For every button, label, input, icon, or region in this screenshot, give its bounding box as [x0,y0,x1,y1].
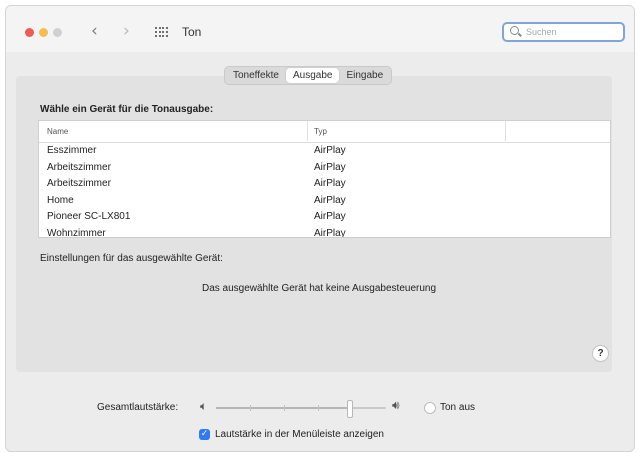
device-type: AirPlay [314,161,346,173]
slider-tick [250,405,251,411]
table-row[interactable]: Wohnzimmer AirPlay [39,226,610,238]
tab-input[interactable]: Eingabe [339,68,390,83]
column-header-name[interactable]: Name [47,127,68,136]
device-type: AirPlay [314,145,346,156]
table-header: Name Typ [39,121,610,143]
help-button[interactable]: ? [592,345,609,362]
table-row[interactable]: Home AirPlay [39,193,610,210]
show-in-menubar-checkbox[interactable]: ✓ [199,429,210,440]
device-name: Esszimmer [47,145,97,156]
column-divider [307,121,308,141]
window-title: Ton [182,25,202,39]
table-row[interactable]: Arbeitszimmer AirPlay [39,160,610,177]
forward-icon[interactable]: › [123,21,130,41]
tab-bar: Toneffekte Ausgabe Eingabe [224,66,393,85]
zoom-button[interactable] [53,28,62,37]
toolbar: ‹ › Ton Suchen [6,6,634,52]
slider-tick [318,405,319,411]
mute-label: Ton aus [440,402,476,413]
device-name: Home [47,194,74,206]
minimize-button[interactable] [39,28,48,37]
device-name: Pioneer SC-LX801 [47,211,131,223]
device-type: AirPlay [314,194,346,206]
mute-checkbox[interactable] [424,402,436,414]
table-row[interactable]: Pioneer SC-LX801 AirPlay [39,209,610,226]
close-button[interactable] [25,28,34,37]
volume-slider-knob[interactable] [346,400,353,418]
search-placeholder: Suchen [526,27,557,37]
volume-slider[interactable] [216,400,386,418]
column-header-type[interactable]: Typ [314,127,327,136]
search-field[interactable]: Suchen [502,22,625,42]
table-row[interactable]: Arbeitszimmer AirPlay [39,176,610,193]
device-type: AirPlay [314,211,346,223]
device-name: Arbeitszimmer [47,161,111,173]
table-row[interactable]: Esszimmer AirPlay [39,143,610,160]
speaker-low-icon: 🔈︎ [200,399,208,413]
device-name: Wohnzimmer [47,227,106,238]
search-icon [510,26,519,35]
volume-label: Gesamtlautstärke: [97,402,179,413]
tab-sound-effects[interactable]: Toneffekte [226,68,286,83]
speaker-high-icon: 🔊︎ [392,398,400,412]
slider-tick [284,405,285,411]
no-controls-message: Das ausgewählte Gerät hat keine Ausgabes… [201,283,437,294]
back-icon[interactable]: ‹ [91,21,98,41]
device-name: Arbeitszimmer [47,178,111,190]
tab-output[interactable]: Ausgabe [285,68,340,83]
show-all-grid-icon[interactable] [155,27,168,37]
device-settings-label: Einstellungen für das ausgewählte Gerät: [40,253,223,264]
column-divider [505,121,506,141]
show-in-menubar-label: Lautstärke in der Menüleiste anzeigen [215,429,384,440]
device-type: AirPlay [314,178,346,190]
device-type: AirPlay [314,227,346,238]
output-device-table: Name Typ Esszimmer AirPlay Arbeitszimmer… [38,120,611,238]
choose-device-label: Wähle ein Gerät für die Tonausgabe: [40,104,214,115]
volume-fill [216,407,349,409]
